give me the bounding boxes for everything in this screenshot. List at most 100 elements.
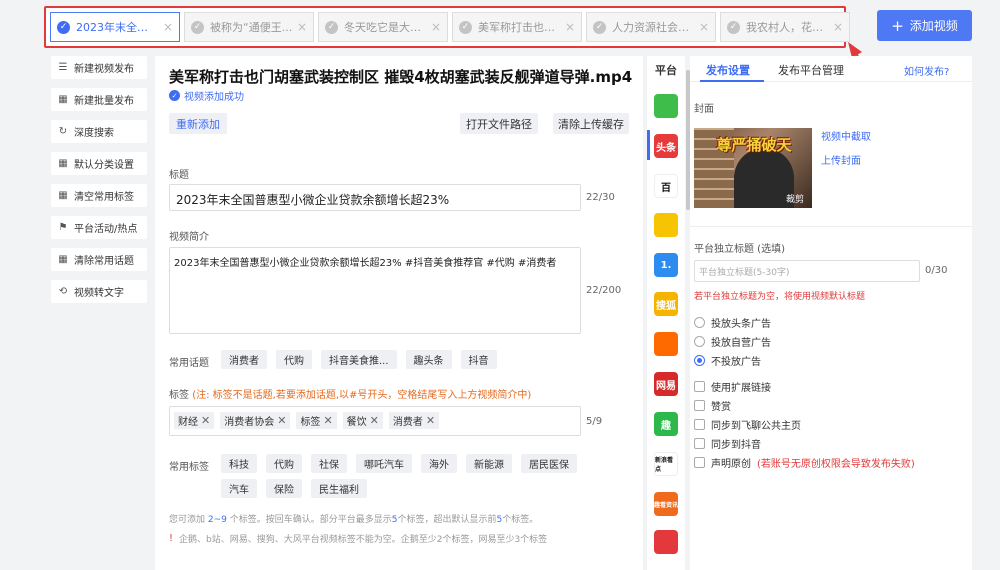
common-tag-chip[interactable]: 汽车 — [221, 479, 257, 498]
platform-qutoutiao-icon[interactable]: 趣 — [654, 412, 678, 436]
video-tab-label: 冬天吃它是大补！请... — [344, 21, 427, 34]
platform-dafeng-icon[interactable] — [654, 332, 678, 356]
tool-button[interactable]: ▦ 清空常用标签 — [51, 184, 147, 207]
topic-chip[interactable]: 代购 — [276, 350, 312, 369]
tab-publish-settings[interactable]: 发布设置 — [706, 62, 750, 78]
publish-checkbox-option[interactable]: 同步到抖音 — [694, 436, 761, 451]
tags-input[interactable]: 财经 ✕ 消费者协会 ✕ 标签 ✕ 餐饮 ✕ 消费者 ✕ — [169, 406, 581, 436]
common-tag-chip[interactable]: 居民医保 — [521, 454, 577, 473]
publish-checkbox-option[interactable]: 赞赏 — [694, 398, 731, 413]
platform-yidian-icon[interactable]: 1. — [654, 253, 678, 277]
tag-hint-text3: 个标签，超出默认显示前 — [397, 515, 497, 525]
common-tag-chip[interactable]: 科技 — [221, 454, 257, 473]
ad-option[interactable]: 投放头条广告 — [694, 315, 771, 330]
tool-sidebar: ☰ 新建视频发布 ▦ 新建批量发布 ↻ 深度搜索 ▦ 默认分类设置 ▦ 清空常用标签 ⚑ 平台活动/热… — [51, 56, 147, 312]
publish-checkbox-option[interactable]: 同步到飞聊公共主页 — [694, 417, 801, 432]
checkbox[interactable] — [694, 400, 705, 411]
checkbox-label: 赞赏 — [711, 402, 731, 413]
close-icon[interactable]: × — [163, 20, 173, 34]
checkbox[interactable] — [694, 381, 705, 392]
ad-option-label: 不投放广告 — [711, 357, 761, 368]
topic-chip[interactable]: 抖音 — [460, 350, 497, 369]
topic-chip[interactable]: 抖音美食推... — [321, 350, 397, 369]
title-input[interactable]: 2023年末全国普惠型小微企业贷款余额增长超23% — [169, 184, 581, 211]
check-circle-icon: ✓ — [169, 90, 180, 101]
platform-xinlang-icon[interactable]: 新浪看点 — [654, 452, 678, 476]
common-tag-chip[interactable]: 新能源 — [466, 454, 512, 473]
platform-baijia-icon[interactable]: 百 — [654, 174, 678, 198]
platform-wechat-icon[interactable] — [654, 94, 678, 118]
common-tag-chip[interactable]: 海外 — [421, 454, 457, 473]
tool-button[interactable]: ☰ 新建视频发布 — [51, 56, 147, 79]
remove-tag-icon[interactable]: ✕ — [277, 414, 286, 427]
video-tab[interactable]: ✓ 2023年末全国普... × — [50, 12, 180, 42]
description-textarea[interactable]: 2023年末全国普惠型小微企业贷款余额增长超23% #抖音美食推荐官 #代购 #… — [169, 247, 581, 334]
tag-label: 消费者 — [392, 417, 423, 428]
open-path-button[interactable]: 打开文件路径 — [460, 113, 538, 134]
platform-fenghuang-icon[interactable] — [654, 530, 678, 554]
topic-chip[interactable]: 趣头条 — [405, 350, 452, 369]
common-tag-chip[interactable]: 代购 — [266, 454, 302, 473]
checkbox[interactable] — [694, 457, 705, 468]
platform-toutiao-icon[interactable]: 头条 — [654, 134, 678, 158]
close-icon[interactable]: × — [699, 20, 709, 34]
how-to-publish-link[interactable]: 如何发布? — [904, 63, 949, 78]
independent-title-warning: 若平台独立标题为空，将使用视频默认标题 — [694, 292, 866, 302]
radio-button[interactable] — [694, 317, 705, 328]
ad-option[interactable]: 投放自营广告 — [694, 334, 771, 349]
tool-button[interactable]: ⟲ 视频转文字 — [51, 280, 147, 303]
tag-chip: 消费者协会 ✕ — [220, 412, 291, 429]
add-video-button[interactable]: + 添加视频 — [877, 10, 972, 41]
remove-tag-icon[interactable]: ✕ — [201, 414, 210, 427]
add-video-label: 添加视频 — [909, 19, 958, 33]
video-tab[interactable]: ✓ 冬天吃它是大补！请... × — [318, 12, 448, 42]
tool-label: 默认分类设置 — [74, 160, 134, 171]
check-circle-icon: ✓ — [191, 20, 204, 34]
video-tab[interactable]: ✓ 被称为“通便王... × — [184, 12, 314, 42]
close-icon[interactable]: × — [431, 20, 441, 34]
platform-sohu-icon[interactable]: 搜狐 — [654, 292, 678, 316]
remove-tag-icon[interactable]: ✕ — [370, 414, 379, 427]
close-icon[interactable]: × — [565, 20, 575, 34]
tool-button[interactable]: ▦ 清除常用话题 — [51, 248, 147, 271]
video-tab[interactable]: ✓ 美军称打击也门胡塞... × — [452, 12, 582, 42]
capture-from-video-link[interactable]: 视频中截取 — [821, 128, 871, 143]
close-icon[interactable]: × — [833, 20, 843, 34]
tag-label: 餐饮 — [346, 417, 367, 428]
common-tag-chip[interactable]: 哪吒汽车 — [356, 454, 412, 473]
platform-qq-icon[interactable] — [654, 213, 678, 237]
video-tab[interactable]: ✓ 人力资源社会保障部... × — [586, 12, 716, 42]
radio-button[interactable] — [694, 355, 705, 366]
clear-cache-button[interactable]: 清除上传缓存 — [553, 113, 629, 134]
original-option[interactable]: 声明原创 (若账号无原创权限会导致发布失败) — [694, 455, 915, 470]
checkbox[interactable] — [694, 419, 705, 430]
common-tag-chip[interactable]: 社保 — [311, 454, 347, 473]
readd-button[interactable]: 重新添加 — [169, 113, 227, 134]
tool-button[interactable]: ▦ 默认分类设置 — [51, 152, 147, 175]
topic-chip[interactable]: 消费者 — [221, 350, 267, 369]
flag-icon: ⚑ — [58, 222, 68, 233]
common-tag-chip[interactable]: 保险 — [266, 479, 302, 498]
platform-wangyi-icon[interactable]: 网易 — [654, 372, 678, 396]
upload-cover-link[interactable]: 上传封面 — [821, 152, 861, 167]
cover-image[interactable]: 尊严捅破天 裁剪 — [694, 128, 812, 208]
video-tab[interactable]: ✓ 我农村人，花70... × — [720, 12, 850, 42]
warning-icon: ! — [169, 533, 174, 544]
tool-button[interactable]: ▦ 新建批量发布 — [51, 88, 147, 111]
tool-button[interactable]: ↻ 深度搜索 — [51, 120, 147, 143]
radio-button[interactable] — [694, 336, 705, 347]
remove-tag-icon[interactable]: ✕ — [323, 414, 332, 427]
remove-tag-icon[interactable]: ✕ — [426, 414, 435, 427]
tool-label: 清除常用话题 — [74, 256, 134, 267]
common-tag-chip[interactable]: 民生福利 — [311, 479, 367, 498]
publish-checkbox-option[interactable]: 使用扩展链接 — [694, 379, 771, 394]
ad-option[interactable]: 不投放广告 — [694, 353, 761, 368]
tag-label: 消费者协会 — [224, 417, 275, 428]
tab-platform-manage[interactable]: 发布平台管理 — [778, 62, 844, 78]
platform-yidianzixun-icon[interactable]: 趣看资讯 — [654, 492, 678, 516]
independent-title-input[interactable]: 平台独立标题(5-30字) — [694, 260, 920, 282]
checkbox[interactable] — [694, 438, 705, 449]
close-icon[interactable]: × — [297, 20, 307, 34]
cover-crop-button[interactable]: 裁剪 — [786, 192, 804, 205]
tool-button[interactable]: ⚑ 平台活动/热点 — [51, 216, 147, 239]
